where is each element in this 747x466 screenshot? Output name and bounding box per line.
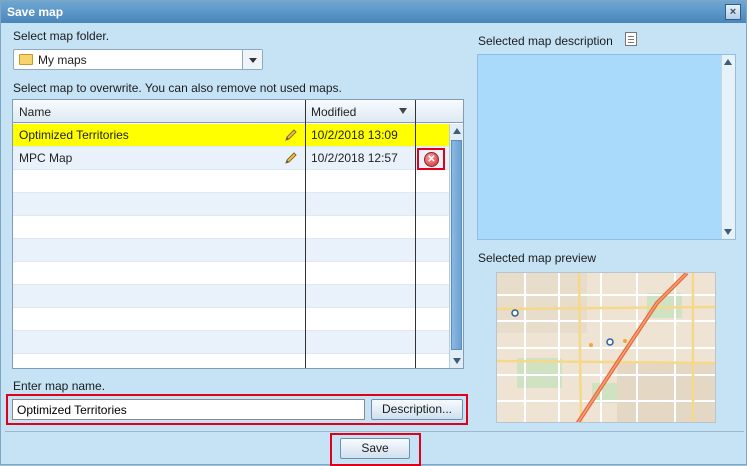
close-button[interactable]: × <box>725 4 741 20</box>
maps-instruction: Select map to overwrite. You can also re… <box>13 81 342 95</box>
dialog-title: Save map <box>7 5 64 19</box>
map-name-cell: MPC Map <box>19 151 73 165</box>
description-area[interactable] <box>477 54 736 240</box>
save-map-dialog: Save map × Select map folder. My maps Se… <box>0 0 747 466</box>
map-thumbnail <box>497 273 715 422</box>
scroll-down-icon[interactable] <box>453 358 461 364</box>
sort-descending-icon[interactable] <box>399 108 407 114</box>
empty-row <box>13 331 449 354</box>
preview-label: Selected map preview <box>478 251 597 265</box>
maps-grid: Name Modified Optimized Territories 10/2… <box>12 99 464 369</box>
description-button[interactable]: Description... <box>371 399 463 420</box>
empty-row <box>13 308 449 331</box>
map-name-cell: Optimized Territories <box>19 128 129 142</box>
map-name-label: Enter map name. <box>13 379 106 393</box>
grid-header: Name Modified <box>13 100 463 123</box>
scrollbar-thumb[interactable] <box>451 140 462 350</box>
map-preview-image <box>496 272 716 423</box>
empty-row <box>13 170 449 193</box>
close-icon: × <box>729 6 737 18</box>
delete-icon: ✕ <box>424 152 439 167</box>
folder-label: Select map folder. <box>13 29 110 43</box>
folder-selected-value: My maps <box>38 53 87 67</box>
table-row[interactable]: MPC Map 10/2/2018 12:57 ✕ <box>13 147 449 170</box>
table-row[interactable]: Optimized Territories 10/2/2018 13:09 <box>13 124 449 147</box>
column-header-modified[interactable]: Modified <box>311 105 356 119</box>
modified-cell: 10/2/2018 12:57 <box>311 151 398 165</box>
title-bar: Save map × <box>1 1 746 23</box>
scroll-up-icon[interactable] <box>724 59 732 65</box>
document-icon <box>625 32 637 46</box>
save-button[interactable]: Save <box>340 438 410 459</box>
empty-row <box>13 285 449 308</box>
footer-divider <box>5 431 744 432</box>
modified-cell: 10/2/2018 13:09 <box>311 128 398 142</box>
grid-scrollbar[interactable] <box>449 124 463 368</box>
column-divider <box>415 100 416 368</box>
delete-map-button[interactable]: ✕ <box>417 148 445 170</box>
edit-pencil-icon[interactable] <box>283 150 299 166</box>
description-label: Selected map description <box>478 34 613 48</box>
scroll-down-icon[interactable] <box>724 229 732 235</box>
column-header-name[interactable]: Name <box>19 105 51 119</box>
scroll-up-icon[interactable] <box>453 128 461 134</box>
description-scrollbar[interactable] <box>721 55 735 239</box>
edit-pencil-icon[interactable] <box>283 127 299 143</box>
folder-icon <box>19 54 33 65</box>
folder-dropdown[interactable]: My maps <box>13 49 263 70</box>
map-name-input[interactable] <box>12 399 365 420</box>
chevron-down-icon[interactable] <box>242 50 262 69</box>
empty-row <box>13 216 449 239</box>
empty-row <box>13 193 449 216</box>
column-divider <box>305 100 306 368</box>
empty-row <box>13 262 449 285</box>
empty-row <box>13 239 449 262</box>
